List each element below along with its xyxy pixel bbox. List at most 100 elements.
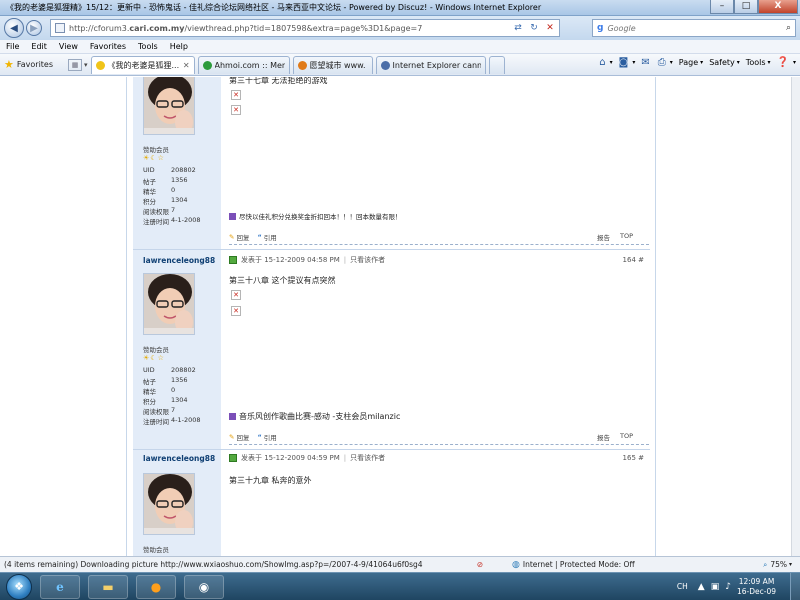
language-indicator[interactable]: CH [677, 582, 688, 591]
moon-icon: ☾ [150, 354, 158, 362]
menu-tools[interactable]: Tools [138, 42, 158, 51]
tray-expand-icon[interactable]: ▲ [698, 582, 705, 592]
quick-tabs-icon[interactable]: ▦ [68, 58, 82, 71]
user-stats: UID 208802 帖子 1356 精华 0 积分 1304 阅读权限 7 注册时间 4-… [143, 366, 223, 426]
page-scrollbar[interactable] [791, 77, 800, 556]
google-icon: g [597, 23, 604, 33]
tab-favicon [202, 60, 212, 70]
help-button[interactable]: ❓ ▾ [777, 57, 796, 68]
minimize-button[interactable]: – [710, 0, 734, 14]
start-button[interactable]: ❖ [6, 573, 32, 600]
page-menu[interactable]: Page ▾ [679, 58, 703, 67]
avatar[interactable] [143, 77, 195, 135]
zone-text: Internet | Protected Mode: Off [522, 560, 635, 569]
forward-button[interactable]: ▶ [26, 20, 42, 36]
only-author-link[interactable]: 只看该作者 [350, 255, 385, 265]
tab-close-icon[interactable]: ✕ [183, 61, 190, 70]
floor-number[interactable]: 164 # [623, 256, 644, 264]
home-button[interactable]: ⌂ ▾ [599, 57, 612, 68]
signature[interactable]: 尽快以佳礼积分兑换奖金折扣回本！！！回本数量有限！ [229, 211, 402, 221]
star-icon: ☆ [157, 154, 165, 162]
stop-icon[interactable]: ✕ [543, 21, 557, 35]
printer-icon: ⎙ [657, 57, 666, 68]
window-controls: – □ X [710, 0, 798, 14]
signature-text: 尽快以佳礼积分兑换奖金折扣回本！！！回本数量有限！ [239, 213, 402, 221]
favorites-tab-bar: ★ Favorites ▦ ▾ 《我的老婆是狐狸... ✕ Ahmoi.com … [0, 54, 800, 76]
maximize-button[interactable]: □ [734, 0, 758, 14]
menu-view[interactable]: View [59, 42, 78, 51]
taskbar-ie-button[interactable]: e [40, 574, 80, 599]
username-link[interactable]: lawrenceleong88 [143, 256, 215, 265]
quote-link[interactable]: 引用 [264, 432, 277, 442]
tab-favicon [380, 60, 390, 70]
search-icon[interactable]: ⌕ [786, 23, 791, 33]
post-meta: 发表于 15-12-2009 04:58 PM | 只看该作者 164 # [229, 255, 644, 265]
network-icon[interactable]: ▣ [711, 582, 720, 592]
clock[interactable]: 12:09 AM 16-Dec-09 [737, 577, 776, 597]
menu-edit[interactable]: Edit [31, 42, 47, 51]
post-chapter-title: 第三十七章 无法拒绝的游戏 [229, 77, 328, 85]
top-link[interactable]: TOP [620, 432, 633, 442]
signature-bullet-icon [229, 413, 236, 420]
only-author-link[interactable]: 只看该作者 [350, 453, 385, 463]
taskbar-explorer-button[interactable]: ▬ [88, 574, 128, 599]
print-button[interactable]: ⎙ ▾ [658, 57, 673, 68]
show-desktop-button[interactable] [790, 572, 800, 600]
report-link[interactable]: 报告 [597, 232, 610, 242]
url-domain: cari.com.my [129, 23, 185, 33]
avatar[interactable] [143, 473, 195, 535]
signature[interactable]: 音乐风创作歌曲比赛-感动 -支柱会员milanzic [229, 411, 400, 422]
stat-key: 阅读权限 [143, 208, 169, 216]
quote-link[interactable]: 引用 [264, 232, 277, 242]
quote-icon: “ [257, 233, 262, 241]
tab-2[interactable]: Ahmoi.com :: Memb... [197, 55, 290, 74]
zoom-control[interactable]: ⌕ 75% ▾ [763, 560, 792, 570]
tab-3[interactable]: 愿望城市 www. - - - [292, 55, 373, 74]
reply-link[interactable]: 回复 [236, 432, 249, 442]
tab-label: 愿望城市 www. - - - [309, 60, 368, 70]
windows-logo-icon: ❖ [14, 580, 24, 593]
search-input[interactable] [607, 23, 768, 33]
popup-blocker-icon[interactable]: ⊘ [460, 560, 500, 569]
stat-value: 7 [171, 406, 176, 414]
tab-list-dropdown-icon[interactable]: ▾ [84, 61, 88, 69]
top-link[interactable]: TOP [620, 232, 633, 242]
report-link[interactable]: 报告 [597, 432, 610, 442]
menu-favorites[interactable]: Favorites [90, 42, 126, 51]
favorites-button[interactable]: ★ Favorites [4, 58, 64, 71]
tab-4[interactable]: Internet Explorer cann... [375, 55, 486, 74]
taskbar-media-button[interactable]: ● [136, 574, 176, 599]
stat-value: 1356 [171, 176, 188, 184]
taskbar-app-button[interactable]: ◉ [184, 574, 224, 599]
feeds-button[interactable]: ◙ ▾ [619, 57, 636, 68]
floor-number[interactable]: 165 # [623, 454, 644, 462]
web-page-content: 赞助会员 ☀☾☆ UID 208802 帖子 1356 精华 0 积分 1304 阅读权… [0, 77, 791, 556]
avatar[interactable] [143, 273, 195, 335]
username-link[interactable]: lawrenceleong88 [143, 454, 215, 463]
refresh-icon[interactable]: ↻ [527, 21, 541, 35]
reply-link[interactable]: 回复 [236, 232, 249, 242]
mail-button[interactable]: ✉ [641, 57, 651, 68]
volume-icon[interactable]: ♪ [725, 582, 731, 592]
address-bar[interactable]: http://cforum3.cari.com.my/viewthread.ph… [50, 19, 560, 37]
safety-menu[interactable]: Safety ▾ [709, 58, 740, 67]
back-button[interactable]: ◀ [4, 18, 24, 38]
menu-file[interactable]: File [6, 42, 19, 51]
search-box[interactable]: g ⌕ [592, 19, 796, 37]
post-separator [133, 249, 650, 250]
window-title-bar: 《我的老婆是狐狸精》15/12：更新中 - 恐怖鬼话 - 佳礼综合论坛网络社区 … [0, 0, 800, 16]
menu-help[interactable]: Help [170, 42, 188, 51]
url-text[interactable]: http://cforum3.cari.com.my/viewthread.ph… [69, 24, 509, 33]
compat-view-icon[interactable]: ⇄ [511, 21, 525, 35]
mail-icon: ✉ [641, 57, 650, 68]
safety-menu-label: Safety [709, 58, 735, 67]
security-zone[interactable]: ◍ Internet | Protected Mode: Off [512, 560, 682, 570]
close-window-button[interactable]: X [758, 0, 798, 14]
stat-key: 积分 [143, 198, 156, 206]
tab-1[interactable]: 《我的老婆是狐狸... ✕ [90, 55, 195, 74]
new-tab-button[interactable] [488, 55, 505, 74]
system-tray: CH ▲ ▣ ♪ 12:09 AM 16-Dec-09 [677, 572, 800, 600]
user-rank: 赞助会员 [143, 546, 169, 554]
tools-menu[interactable]: Tools ▾ [746, 58, 771, 67]
stat-value: 7 [171, 206, 176, 214]
